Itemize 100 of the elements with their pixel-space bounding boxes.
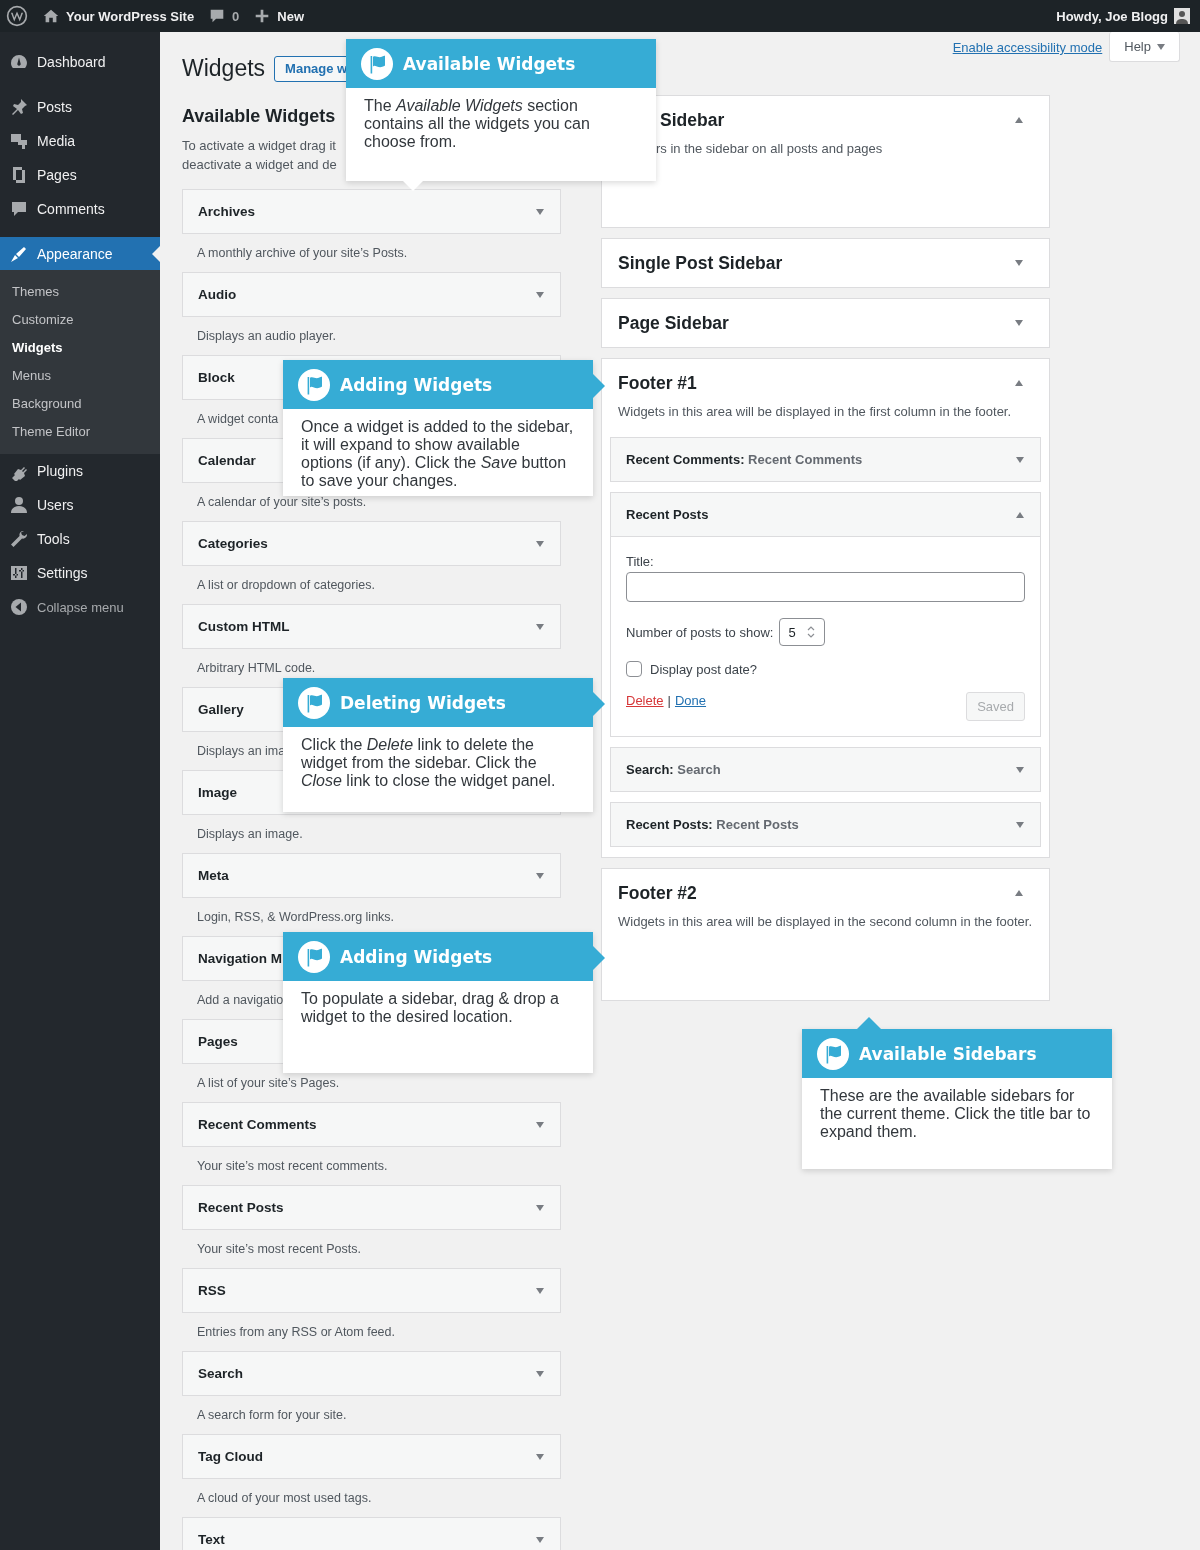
wordpress-logo-icon[interactable] [6,5,28,27]
field-label: Title: [626,553,655,571]
callout-text: The Available Widgets section contains all the widgets you can choose from. [363,96,591,152]
callout-title: Adding Widgets [340,946,493,967]
menu-item[interactable]: Dashboard [0,45,160,79]
account-link[interactable]: Howdy, Joe Blogg [1056,8,1190,24]
sidebar-title-bar[interactable]: Footer #1 [602,359,1049,395]
field-label: Number of posts to show: [626,624,774,640]
callout-title: Adding Widgets [340,374,493,395]
link-separator: | [667,692,671,710]
widget-title-bar[interactable]: Archives [182,189,561,234]
widget-title-bar[interactable]: Recent Posts [610,492,1041,537]
widget-title-bar[interactable]: Audio [182,272,561,317]
menu-item[interactable]: Settings [0,556,160,590]
flag-icon [298,368,330,401]
menu-item[interactable]: Tools [0,522,160,556]
callout-title: Deleting Widgets [340,692,506,713]
callout-title: Available Widgets [403,53,576,74]
widget-title-bar[interactable]: Categories [182,521,561,566]
done-link[interactable]: Done [674,692,707,710]
sidebar-title-bar[interactable]: Sidebar [602,96,1049,132]
sidebar-description: Widgets in this area will be displayed in the first column in the footer. [617,403,1013,421]
widget-description: A calendar of your site’s posts. [197,494,367,511]
widget-title-bar[interactable]: Tag Cloud [182,1434,561,1479]
user-icon [9,495,29,515]
new-link[interactable]: New [253,7,305,25]
submenu-item[interactable]: Themes [0,278,160,306]
widget-title-bar[interactable]: Recent Comments: Recent Comments [610,437,1041,482]
widget-description: A widget conta [197,411,279,428]
widget-title-bar[interactable]: Custom HTML [182,604,561,649]
widget-description: Your site’s most recent Posts. [197,1241,361,1258]
caret-icon [1157,43,1165,50]
widget-description: A search form for your site. [197,1407,347,1424]
widget-title-bar[interactable]: Search: Search [610,747,1041,792]
widget-description: A monthly archive of your site’s Posts. [197,245,408,262]
widget-title-bar[interactable]: Recent Comments [182,1102,561,1147]
menu-item[interactable]: Appearance [0,237,160,270]
widget-title-bar[interactable]: Recent Posts: Recent Posts [610,802,1041,847]
delete-link[interactable]: Delete [626,692,664,710]
widget-description: Displays an audio player. [197,328,336,345]
home-icon [42,7,60,25]
comments-link[interactable]: 0 [208,7,240,25]
submenu-item[interactable]: Menus [0,362,160,390]
accessibility-link[interactable]: Enable accessibility mode [952,40,1103,55]
intro-text: deactivate a widget and de [182,156,337,174]
submenu-item[interactable]: Widgets [0,334,160,362]
submenu-item[interactable]: Customize [0,306,160,334]
widget-title-bar[interactable]: Recent Posts [182,1185,561,1230]
menu-item[interactable]: Users [0,488,160,522]
spinner-icon [805,625,816,639]
menu-item[interactable]: Posts [0,90,160,124]
intro-text: To activate a widget drag it [182,137,336,155]
speech-bubble-icon [9,199,29,219]
sidebar-title-bar[interactable]: Page Sidebar [602,299,1049,347]
widget-description: Displays an image. [197,826,303,843]
callout-text: To populate a sidebar, drag & drop a widget to the desired location. [300,989,560,1027]
flag-icon [817,1037,849,1070]
section-heading: Available Widgets [182,105,336,127]
submenu-item[interactable]: Background [0,390,160,418]
sliders-icon [9,563,29,583]
collapse-icon [9,597,29,617]
widget-description: A list of your site’s Pages. [197,1075,340,1092]
number-field[interactable]: 5 [779,618,825,646]
widget-title-bar[interactable]: Meta [182,853,561,898]
flag-icon [298,940,330,973]
flag-icon [298,686,330,719]
sidebar-description: Widgets in this area will be displayed in the second column in the footer. [617,913,1034,931]
wrench-icon [9,529,29,549]
widget-title-bar[interactable]: Search [182,1351,561,1396]
menu-item[interactable]: Plugins [0,454,160,488]
submenu-item[interactable]: Theme Editor [0,418,160,446]
sidebar-title-bar[interactable]: Single Post Sidebar [602,239,1049,287]
widget-description: Your site’s most recent comments. [197,1158,388,1175]
help-tab[interactable]: Help [1109,32,1180,62]
callout-text: Click the Delete link to delete the widget from the sidebar. Click the Close link to close the widget panel. [300,735,557,791]
menu-item[interactable]: Pages [0,158,160,192]
widget-title-bar[interactable]: Text [182,1517,561,1550]
callout-title: Available Sidebars [859,1043,1037,1064]
title-field[interactable] [626,572,1025,602]
media-icon [9,131,29,151]
widget-title-bar[interactable]: RSS [182,1268,561,1313]
collapse-menu-button[interactable]: Collapse menu [0,590,160,624]
callout-text: Once a widget is added to the sidebar, it will expand to show available options (if any). Click the Save button to save your changes. [300,417,575,491]
checkbox-label: Display post date? [650,661,757,677]
widget-description: Arbitrary HTML code. [197,660,316,677]
menu-item[interactable]: Media [0,124,160,158]
menu-item[interactable]: Comments [0,192,160,226]
sidebar-title-bar[interactable]: Footer #2 [602,869,1049,905]
widget-description: A cloud of your most used tags. [197,1490,372,1507]
avatar-icon [1174,8,1190,24]
widget-description: Add a navigatio [197,992,284,1009]
page-title: Widgets [182,54,266,83]
sidebar-description: rs in the sidebar on all posts and pages [655,140,884,158]
callout-text: These are the available sidebars for the current theme. Click the title bar to expand them. [819,1086,1092,1142]
site-link[interactable]: Your WordPress Site [42,7,195,25]
widget-description: A list or dropdown of categories. [197,577,375,594]
flag-icon [361,47,393,80]
widget-description: Entries from any RSS or Atom feed. [197,1324,395,1341]
checkbox[interactable] [626,661,642,677]
widget-description: Login, RSS, & WordPress.org links. [197,909,395,926]
